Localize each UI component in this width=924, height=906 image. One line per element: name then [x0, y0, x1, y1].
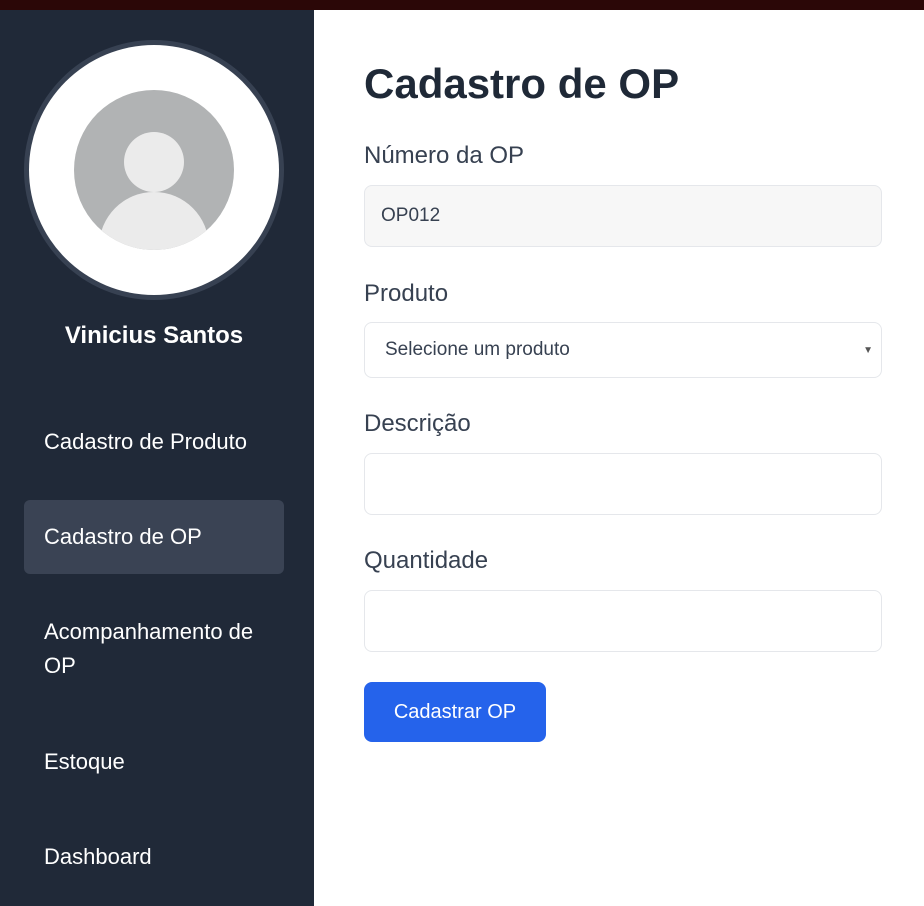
descricao-field[interactable] [364, 453, 882, 515]
avatar [24, 40, 284, 300]
quantidade-field[interactable] [364, 590, 882, 652]
sidebar-item-estoque[interactable]: Estoque [24, 745, 284, 779]
produto-select[interactable]: Selecione um produto ▼ [364, 322, 882, 378]
numero-op-label: Número da OP [364, 142, 525, 169]
sidebar: Vinicius Santos Cadastro de Produto Cada… [0, 10, 314, 906]
sidebar-item-cadastro-produto[interactable]: Cadastro de Produto [24, 405, 284, 479]
sidebar-item-acompanhamento-op[interactable]: Acompanhamento de OP [24, 615, 284, 689]
produto-label: Produto [364, 280, 449, 307]
descricao-label: Descrição [364, 410, 471, 437]
quantidade-label: Quantidade [364, 547, 489, 574]
page-title: Cadastro de OP [364, 60, 680, 107]
chevron-down-icon: ▼ [863, 344, 873, 356]
sidebar-item-cadastro-op[interactable]: Cadastro de OP [24, 500, 284, 574]
cadastrar-op-button[interactable]: Cadastrar OP [364, 682, 546, 742]
user-name: Vinicius Santos [64, 322, 244, 349]
main-content: Cadastro de OP Número da OP Produto Sele… [314, 10, 924, 906]
produto-select-value: Selecione um produto [385, 339, 570, 360]
user-placeholder-icon [74, 90, 234, 250]
sidebar-item-dashboard[interactable]: Dashboard [24, 840, 284, 874]
top-bar [0, 0, 924, 10]
numero-op-field[interactable] [364, 185, 882, 247]
